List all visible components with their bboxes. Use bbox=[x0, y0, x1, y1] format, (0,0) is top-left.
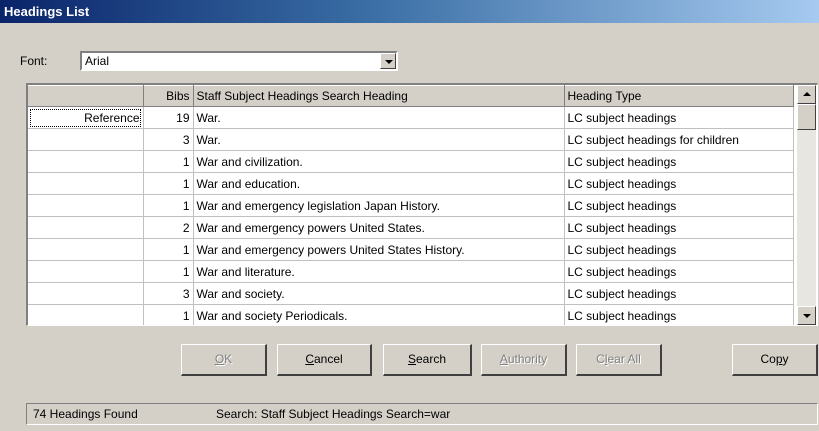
row-heading-cell[interactable]: War and civilization. bbox=[193, 150, 565, 173]
vertical-scrollbar[interactable] bbox=[797, 85, 816, 325]
table-row[interactable]: 1 War and emergency legislation Japan His… bbox=[28, 194, 794, 217]
row-type-cell[interactable]: LC subject headings bbox=[564, 106, 794, 129]
row-heading-cell[interactable]: War. bbox=[193, 128, 565, 151]
row-type-cell[interactable]: LC subject headings bbox=[564, 260, 794, 283]
table-row[interactable]: 1 War and emergency powers United States … bbox=[28, 238, 794, 261]
row-bibs-cell[interactable]: 3 bbox=[143, 128, 194, 151]
status-search: Search: Staff Subject Headings Search=wa… bbox=[216, 407, 451, 421]
clear-all-button[interactable]: Clear All bbox=[576, 344, 662, 376]
scroll-up-icon bbox=[803, 92, 811, 96]
status-count: 74 Headings Found bbox=[33, 407, 138, 421]
search-button[interactable]: Search bbox=[383, 344, 472, 376]
col-header-bibs[interactable]: Bibs bbox=[143, 85, 194, 107]
window-title: Headings List bbox=[0, 0, 819, 23]
row-heading-cell[interactable]: War and emergency legislation Japan Hist… bbox=[193, 194, 565, 217]
row-ref-cell[interactable] bbox=[28, 194, 144, 217]
row-bibs-cell[interactable]: 1 bbox=[143, 194, 194, 217]
row-type-cell[interactable]: LC subject headings bbox=[564, 238, 794, 261]
table-row[interactable]: 1 War and civilization. LC subject heading… bbox=[28, 150, 794, 173]
row-heading-cell[interactable]: War and emergency powers United States. bbox=[193, 216, 565, 239]
row-type-cell[interactable]: LC subject headings bbox=[564, 282, 794, 305]
row-bibs-cell[interactable]: 2 bbox=[143, 216, 194, 239]
row-ref-cell[interactable] bbox=[28, 216, 144, 239]
table-row[interactable]: 1 War and literature. LC subject headings bbox=[28, 260, 794, 283]
row-heading-cell[interactable]: War and emergency powers United States H… bbox=[193, 238, 565, 261]
table-row[interactable]: Reference 19 War. LC subject headings bbox=[28, 106, 794, 129]
row-ref-cell[interactable] bbox=[28, 172, 144, 195]
row-bibs-cell[interactable]: 1 bbox=[143, 260, 194, 283]
chevron-down-icon bbox=[385, 60, 393, 64]
copy-button[interactable]: Copy bbox=[732, 344, 818, 376]
row-type-cell[interactable]: LC subject headings bbox=[564, 172, 794, 195]
scroll-down-icon bbox=[803, 314, 811, 318]
scroll-up-button[interactable] bbox=[797, 85, 816, 104]
font-select-value: Arial bbox=[85, 54, 110, 68]
grid-header-row: Bibs Staff Subject Headings Search Headi… bbox=[28, 85, 794, 107]
font-dropdown-button[interactable] bbox=[380, 53, 396, 69]
row-bibs-cell[interactable]: 19 bbox=[143, 106, 194, 129]
table-row[interactable]: 2 War and emergency powers United States.… bbox=[28, 216, 794, 239]
scroll-down-button[interactable] bbox=[797, 306, 816, 325]
row-bibs-cell[interactable]: 1 bbox=[143, 238, 194, 261]
cancel-button[interactable]: Cancel bbox=[277, 344, 372, 376]
row-ref-cell[interactable]: Reference bbox=[28, 106, 144, 129]
row-bibs-cell[interactable]: 3 bbox=[143, 282, 194, 305]
row-heading-cell[interactable]: War and society. bbox=[193, 282, 565, 305]
headings-table: Bibs Staff Subject Headings Search Headi… bbox=[28, 85, 794, 325]
row-type-cell[interactable]: LC subject headings bbox=[564, 216, 794, 239]
headings-grid[interactable]: Bibs Staff Subject Headings Search Headi… bbox=[26, 83, 818, 326]
table-row[interactable]: 1 War and society Periodicals. LC subject … bbox=[28, 304, 794, 325]
row-ref-cell[interactable] bbox=[28, 150, 144, 173]
row-heading-cell[interactable]: War and education. bbox=[193, 172, 565, 195]
authority-button[interactable]: Authority bbox=[481, 344, 567, 376]
row-ref-cell[interactable] bbox=[28, 238, 144, 261]
table-row[interactable]: 1 War and education. LC subject headings bbox=[28, 172, 794, 195]
row-type-cell[interactable]: LC subject headings for children bbox=[564, 128, 794, 151]
scroll-thumb[interactable] bbox=[797, 104, 816, 130]
row-heading-cell[interactable]: War. bbox=[193, 106, 565, 129]
table-row[interactable]: 3 War. LC subject headings for children bbox=[28, 128, 794, 151]
headings-list-window: Headings List Font: Arial Bibs Staff Sub… bbox=[0, 0, 819, 431]
font-label: Font: bbox=[20, 54, 48, 68]
row-bibs-cell[interactable]: 1 bbox=[143, 304, 194, 325]
font-select[interactable]: Arial bbox=[80, 51, 398, 71]
row-ref-cell[interactable] bbox=[28, 260, 144, 283]
row-ref-cell[interactable] bbox=[28, 282, 144, 305]
status-bar: 74 Headings Found Search: Staff Subject … bbox=[26, 403, 818, 425]
row-heading-cell[interactable]: War and society Periodicals. bbox=[193, 304, 565, 325]
row-ref-cell[interactable] bbox=[28, 128, 144, 151]
col-header-heading[interactable]: Staff Subject Headings Search Heading bbox=[193, 85, 565, 107]
row-bibs-cell[interactable]: 1 bbox=[143, 150, 194, 173]
col-header-type[interactable]: Heading Type bbox=[564, 85, 794, 107]
row-type-cell[interactable]: LC subject headings bbox=[564, 194, 794, 217]
row-heading-cell[interactable]: War and literature. bbox=[193, 260, 565, 283]
row-ref-cell[interactable] bbox=[28, 304, 144, 325]
row-bibs-cell[interactable]: 1 bbox=[143, 172, 194, 195]
row-type-cell[interactable]: LC subject headings bbox=[564, 150, 794, 173]
row-type-cell[interactable]: LC subject headings bbox=[564, 304, 794, 325]
table-row[interactable]: 3 War and society. LC subject headings bbox=[28, 282, 794, 305]
col-header-ref[interactable] bbox=[28, 85, 144, 107]
ok-button[interactable]: OK bbox=[181, 344, 267, 376]
